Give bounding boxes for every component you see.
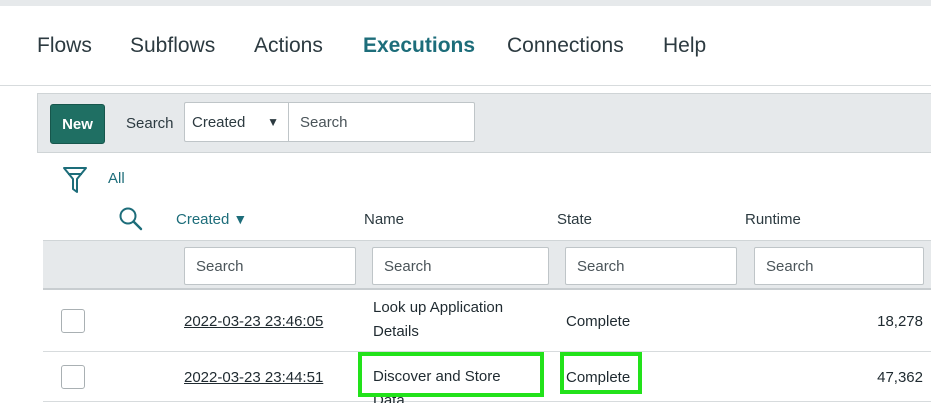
created-link[interactable]: 2022-03-23 23:44:51 — [184, 369, 323, 386]
caret-down-icon: ▼ — [267, 115, 279, 129]
column-filter-row — [43, 240, 931, 290]
nav-connections[interactable]: Connections — [507, 34, 624, 58]
table-row: 2022-03-23 23:46:05 Look up Application … — [43, 292, 931, 352]
column-header-created[interactable]: Created ▼ — [176, 211, 247, 228]
funnel-icon[interactable] — [62, 165, 88, 195]
magnifier-icon[interactable] — [118, 206, 144, 232]
search-field-select[interactable]: Created ▼ — [184, 102, 289, 142]
column-header-runtime[interactable]: Runtime — [745, 211, 801, 228]
column-header-name[interactable]: Name — [364, 211, 404, 228]
search-label: Search — [126, 115, 174, 132]
search-field-value: Created — [192, 114, 246, 131]
name-cell: Look up Application Details — [373, 299, 504, 340]
runtime-column-search[interactable] — [754, 247, 924, 285]
runtime-cell: 47,362 — [877, 369, 923, 386]
highlight-box-state — [560, 352, 642, 394]
nav-help[interactable]: Help — [663, 34, 706, 58]
top-nav: Flows Subflows Actions Executions Connec… — [0, 6, 931, 86]
name-column-search[interactable] — [372, 247, 549, 285]
list-toolbar: New Search Created ▼ — [37, 93, 931, 153]
nav-executions[interactable]: Executions — [363, 34, 475, 58]
created-link[interactable]: 2022-03-23 23:46:05 — [184, 313, 323, 330]
filter-breadcrumb-all[interactable]: All — [108, 170, 125, 187]
new-button[interactable]: New — [50, 104, 105, 144]
highlight-box-name — [358, 352, 544, 397]
toolbar-search-input[interactable] — [288, 102, 475, 142]
column-header-created-label: Created — [176, 211, 230, 228]
created-column-search[interactable] — [184, 247, 356, 285]
state-column-search[interactable] — [565, 247, 737, 285]
state-cell: Complete — [566, 313, 631, 330]
runtime-cell: 18,278 — [877, 313, 923, 330]
nav-actions[interactable]: Actions — [254, 34, 323, 58]
row-checkbox[interactable] — [61, 309, 85, 333]
sort-desc-icon: ▼ — [233, 211, 248, 227]
column-header-state[interactable]: State — [557, 211, 592, 228]
row-checkbox[interactable] — [61, 365, 85, 389]
nav-subflows[interactable]: Subflows — [130, 34, 215, 58]
nav-flows[interactable]: Flows — [37, 34, 92, 58]
